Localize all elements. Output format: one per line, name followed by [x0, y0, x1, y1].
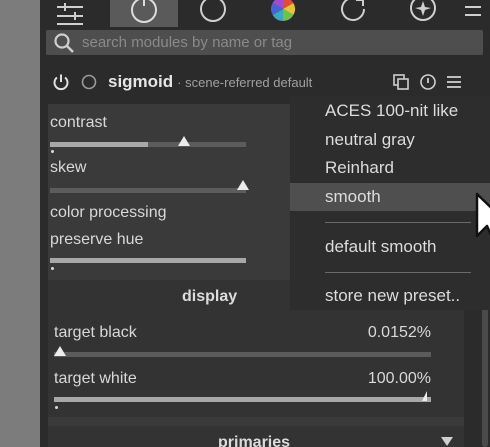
- search-icon: [52, 31, 76, 55]
- target-white-slider-marker[interactable]: [422, 391, 427, 401]
- module-instance-button[interactable]: [78, 71, 100, 93]
- tab-quick-access[interactable]: [40, 0, 100, 27]
- preserve-hue-label: preserve hue: [50, 231, 144, 248]
- presets-button[interactable]: [443, 71, 465, 93]
- target-white-label: target white: [54, 370, 137, 387]
- target-white-value: 100.00%: [367, 370, 431, 387]
- display-section-title[interactable]: display: [182, 288, 237, 306]
- circle-power-icon: [131, 0, 157, 23]
- left-panel-edge: [0, 0, 40, 447]
- target-black-label: target black: [54, 324, 137, 341]
- target-white-default-dot: [55, 406, 58, 409]
- color-processing-label[interactable]: color processing: [50, 204, 167, 222]
- circle-icon: [200, 0, 226, 22]
- reset-icon: [420, 74, 436, 90]
- contrast-slider-marker[interactable]: [178, 136, 190, 146]
- circle-outline-icon: [81, 74, 97, 90]
- preserve-hue-slider[interactable]: [50, 258, 246, 263]
- preset-item-reinhard[interactable]: Reinhard: [290, 154, 490, 182]
- tab-effect[interactable]: [400, 0, 446, 27]
- menu-separator: [325, 272, 471, 273]
- skew-label: skew: [50, 159, 87, 176]
- contrast-slider[interactable]: [50, 142, 246, 147]
- mouse-cursor-icon: [475, 192, 490, 238]
- hamburger-icon: [447, 76, 461, 88]
- preset-item-aces[interactable]: ACES 100-nit like: [290, 97, 490, 125]
- preset-dropdown-menu: ACES 100-nit like neutral gray Reinhard …: [290, 96, 490, 310]
- sparkle-icon: [410, 0, 436, 21]
- reset-button[interactable]: [417, 71, 439, 93]
- tab-active-modules[interactable]: [110, 0, 178, 27]
- preset-item-neutral-gray[interactable]: neutral gray: [290, 126, 490, 154]
- target-white-slider[interactable]: [54, 397, 431, 402]
- preserve-hue-default-dot: [51, 267, 54, 270]
- module-name: sigmoid: [108, 72, 174, 91]
- contrast-slider-fill: [50, 142, 148, 147]
- power-icon: [53, 74, 69, 91]
- primaries-section: primaries: [48, 426, 464, 447]
- module-search-box: [46, 30, 483, 55]
- primaries-section-title[interactable]: primaries: [218, 434, 290, 447]
- skew-slider[interactable]: [50, 188, 246, 193]
- menu-icon: [465, 5, 481, 16]
- target-black-slider[interactable]: [54, 352, 431, 357]
- store-new-preset-item[interactable]: store new preset..: [290, 282, 490, 310]
- collapse-arrow-icon[interactable]: [441, 437, 453, 446]
- preserve-hue-slider-fill: [50, 258, 246, 263]
- target-black-slider-marker[interactable]: [54, 346, 66, 356]
- module-group-tabs: [40, 0, 490, 27]
- tab-correct[interactable]: [330, 0, 376, 27]
- search-input[interactable]: [76, 30, 483, 55]
- menu-separator: [325, 222, 471, 223]
- refresh-icon: [341, 0, 365, 21]
- tab-presets-menu[interactable]: [456, 0, 490, 27]
- preset-item-default-smooth[interactable]: default smooth: [290, 233, 490, 261]
- tab-base[interactable]: [190, 0, 236, 27]
- module-header: sigmoid · scene-referred default: [40, 64, 478, 100]
- multi-instance-button[interactable]: [390, 71, 412, 93]
- tab-color[interactable]: [260, 0, 306, 27]
- target-white-slider-fill: [54, 397, 431, 402]
- module-preset-label: · scene-referred default: [177, 74, 313, 90]
- module-power-button[interactable]: [50, 71, 72, 93]
- skew-slider-marker[interactable]: [237, 180, 249, 190]
- app-window: sigmoid · scene-referred default: [0, 0, 490, 447]
- contrast-label: contrast: [50, 114, 107, 131]
- color-wheel-icon: [270, 0, 296, 22]
- preset-item-smooth[interactable]: smooth: [290, 183, 490, 211]
- target-black-value: 0.0152%: [367, 324, 431, 341]
- copy-icon: [393, 74, 409, 90]
- right-panel: sigmoid · scene-referred default: [40, 0, 490, 447]
- contrast-default-dot: [51, 150, 54, 153]
- sliders-icon: [57, 2, 83, 25]
